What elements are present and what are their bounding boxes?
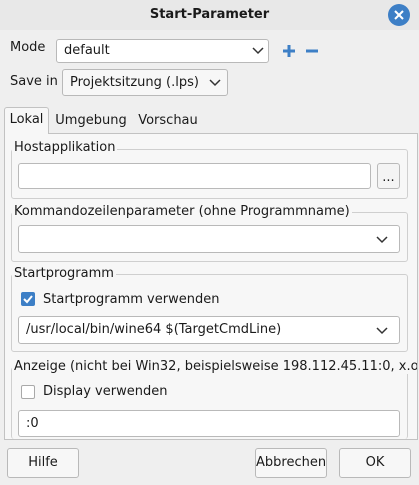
cmdline-title: Kommandozeilenparameter (ohne Programmna… [12,204,352,219]
browse-button[interactable]: ... [377,163,400,189]
mode-value: default [64,43,110,58]
tab-lokal[interactable]: Lokal [4,107,49,134]
save-in-value: Projektsitzung (.lps) [70,75,199,90]
start-program-value: /usr/local/bin/wine64 $(TargetCmdLine) [26,322,282,337]
host-app-input[interactable] [18,163,371,189]
tab-vorschau-label: Vorschau [138,113,198,128]
add-mode-icon[interactable] [282,44,296,58]
save-in-label: Save in [10,74,58,89]
close-icon [394,10,404,20]
cancel-button[interactable]: Abbrechen [255,448,327,478]
chevron-down-icon [252,47,264,55]
start-program-checkbox[interactable] [21,292,35,306]
start-program-title: Startprogramm [12,266,116,281]
chevron-down-icon [376,236,388,244]
tab-vorschau[interactable]: Vorschau [133,109,203,133]
start-program-checkbox-label[interactable]: Startprogramm verwenden [43,292,219,307]
ok-button[interactable]: OK [339,448,411,478]
chevron-down-icon [376,327,388,335]
start-program-combo[interactable]: /usr/local/bin/wine64 $(TargetCmdLine) [18,316,400,344]
check-icon [23,295,33,304]
display-checkbox-label[interactable]: Display verwenden [43,384,167,399]
tab-umgebung[interactable]: Umgebung [53,109,129,133]
mode-select[interactable]: default [56,39,269,63]
cmdline-combo[interactable] [18,225,400,253]
tab-umgebung-label: Umgebung [55,113,127,128]
remove-mode-icon[interactable] [305,44,319,58]
host-app-title: Hostapplikation [12,140,118,155]
display-checkbox[interactable] [21,385,35,399]
display-input[interactable]: :0 [18,410,400,437]
mode-label: Mode [10,40,46,55]
close-button[interactable] [388,4,410,26]
display-title: Anzeige (nicht bei Win32, beispielsweise… [12,359,417,374]
chevron-down-icon [209,79,221,87]
save-in-select[interactable]: Projektsitzung (.lps) [62,69,228,96]
help-button[interactable]: Hilfe [7,448,79,478]
display-value: :0 [26,416,39,431]
tab-lokal-label: Lokal [9,112,44,127]
window-title: Start-Parameter [149,7,270,22]
